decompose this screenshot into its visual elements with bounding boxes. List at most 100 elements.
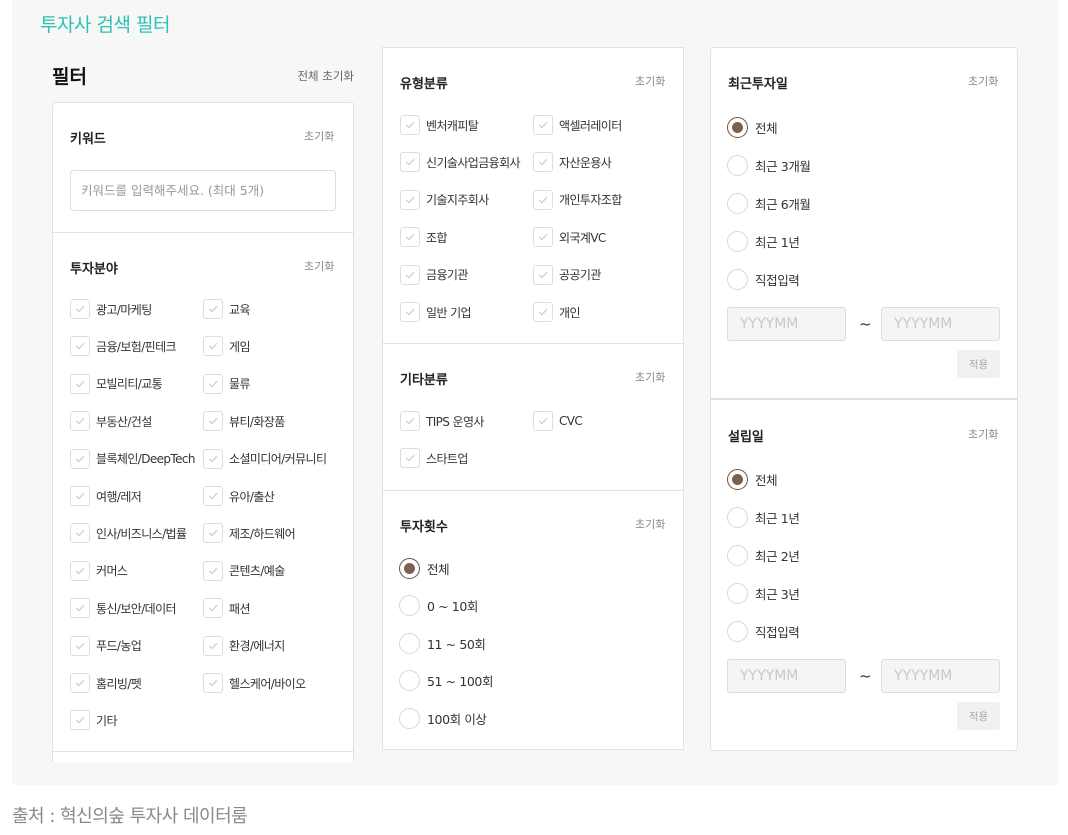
checkmark-icon[interactable] [400, 448, 420, 469]
checkmark-icon[interactable] [533, 227, 553, 248]
checkbox-item[interactable]: 일반 기업 [400, 302, 472, 322]
radio-icon[interactable] [727, 506, 748, 528]
radio-option[interactable]: 최근 6개월 [727, 192, 811, 214]
checkbox-item[interactable]: TIPS 운영사 [400, 411, 484, 431]
radio-option[interactable]: 최근 3개월 [727, 154, 811, 176]
radio-option[interactable]: 전체 [727, 468, 778, 490]
radio-icon[interactable] [727, 582, 748, 604]
radio-option[interactable]: 직접입력 [727, 620, 800, 642]
checkmark-icon[interactable] [203, 411, 223, 432]
radio-icon[interactable] [727, 230, 748, 252]
keyword-reset-button[interactable]: 초기화 [304, 128, 334, 144]
checkmark-icon[interactable] [203, 448, 223, 469]
checkbox-item[interactable]: 외국계VC [533, 227, 606, 248]
checkmark-icon[interactable] [533, 302, 553, 322]
checkbox-item[interactable]: 액셀러레이터 [533, 115, 622, 135]
radio-icon[interactable] [727, 620, 748, 642]
radio-option[interactable]: 전체 [727, 116, 778, 138]
checkbox-item[interactable]: 소셜미디어/커뮤니티 [203, 448, 327, 469]
radio-option[interactable]: 최근 3년 [727, 582, 800, 604]
checkbox-item[interactable]: 개인투자조합 [533, 189, 622, 210]
radio-icon[interactable] [399, 632, 420, 654]
checkmark-icon[interactable] [400, 152, 420, 173]
radio-option[interactable]: 최근 1년 [727, 506, 800, 528]
checkmark-icon[interactable] [533, 264, 553, 285]
checkbox-item[interactable]: CVC [533, 411, 583, 431]
checkmark-icon[interactable] [70, 598, 90, 619]
checkmark-icon[interactable] [533, 115, 553, 135]
checkbox-item[interactable]: 뷰티/화장품 [203, 411, 285, 432]
recent-to-input[interactable] [881, 307, 1000, 341]
checkbox-item[interactable]: 자산운용사 [533, 152, 612, 173]
recent-apply-button[interactable]: 적용 [957, 350, 1000, 378]
checkmark-icon[interactable] [400, 189, 420, 210]
checkmark-icon[interactable] [400, 411, 420, 431]
checkmark-icon[interactable] [203, 299, 223, 319]
checkmark-icon[interactable] [203, 673, 223, 693]
recent-from-input[interactable] [727, 307, 846, 341]
radio-icon[interactable] [399, 595, 420, 616]
checkbox-item[interactable]: 조합 [400, 227, 447, 248]
checkmark-icon[interactable] [533, 411, 553, 431]
checkbox-item[interactable]: 푸드/농업 [70, 635, 142, 656]
founded-apply-button[interactable]: 적용 [957, 702, 1000, 730]
radio-option[interactable]: 직접입력 [727, 268, 800, 290]
checkbox-item[interactable]: 금융기관 [400, 264, 468, 285]
checkbox-item[interactable]: 스타트업 [400, 448, 468, 469]
checkmark-icon[interactable] [70, 560, 90, 581]
recent-investment-reset-button[interactable]: 초기화 [968, 73, 998, 89]
radio-option[interactable]: 100회 이상 [399, 707, 487, 729]
radio-icon[interactable] [727, 192, 748, 214]
checkbox-item[interactable]: 교육 [203, 299, 250, 319]
checkbox-item[interactable]: 헬스케어/바이오 [203, 673, 306, 693]
checkmark-icon[interactable] [70, 486, 90, 506]
checkmark-icon[interactable] [533, 152, 553, 173]
checkbox-item[interactable]: 블록체인/DeepTech [70, 448, 196, 469]
radio-icon[interactable] [399, 670, 420, 691]
radio-selected-icon[interactable] [727, 468, 748, 490]
keyword-input[interactable] [70, 170, 336, 211]
investment-count-reset-button[interactable]: 초기화 [635, 516, 665, 532]
checkmark-icon[interactable] [400, 264, 420, 285]
checkbox-item[interactable]: 콘텐츠/예술 [203, 560, 285, 581]
radio-option[interactable]: 전체 [399, 557, 450, 579]
checkbox-item[interactable]: 게임 [203, 336, 250, 357]
checkmark-icon[interactable] [70, 635, 90, 656]
checkbox-item[interactable]: 환경/에너지 [203, 635, 285, 656]
checkbox-item[interactable]: 인사/비즈니스/법률 [70, 523, 187, 544]
radio-option[interactable]: 0 ~ 10회 [399, 595, 478, 617]
checkbox-item[interactable]: 물류 [203, 373, 250, 394]
checkmark-icon[interactable] [70, 336, 90, 357]
checkmark-icon[interactable] [203, 336, 223, 357]
checkmark-icon[interactable] [203, 560, 223, 581]
checkmark-icon[interactable] [203, 373, 223, 394]
checkbox-item[interactable]: 홈리빙/펫 [70, 673, 142, 693]
checkbox-item[interactable]: 금융/보험/핀테크 [70, 336, 177, 357]
checkmark-icon[interactable] [70, 299, 90, 319]
checkmark-icon[interactable] [203, 635, 223, 656]
investment-field-reset-button[interactable]: 초기화 [304, 258, 334, 274]
radio-selected-icon[interactable] [399, 557, 420, 579]
reset-all-button[interactable]: 전체 초기화 [297, 68, 354, 84]
other-category-reset-button[interactable]: 초기화 [635, 369, 665, 385]
type-category-reset-button[interactable]: 초기화 [635, 73, 665, 89]
checkbox-item[interactable]: 제조/하드웨어 [203, 523, 296, 544]
checkbox-item[interactable]: 유아/출산 [203, 486, 275, 506]
checkmark-icon[interactable] [400, 302, 420, 322]
checkmark-icon[interactable] [400, 227, 420, 248]
radio-icon[interactable] [727, 154, 748, 176]
checkbox-item[interactable]: 부동산/건설 [70, 411, 152, 432]
radio-icon[interactable] [399, 707, 420, 729]
checkbox-item[interactable]: 광고/마케팅 [70, 299, 152, 319]
checkbox-item[interactable]: 기술지주회사 [400, 189, 489, 210]
checkmark-icon[interactable] [400, 115, 420, 135]
checkmark-icon[interactable] [70, 673, 90, 693]
checkmark-icon[interactable] [533, 189, 553, 210]
checkmark-icon[interactable] [70, 373, 90, 394]
checkbox-item[interactable]: 벤처캐피탈 [400, 115, 479, 135]
checkbox-item[interactable]: 통신/보안/데이터 [70, 598, 177, 619]
checkbox-item[interactable]: 커머스 [70, 560, 128, 581]
checkbox-item[interactable]: 여행/레저 [70, 486, 142, 506]
radio-selected-icon[interactable] [727, 116, 748, 138]
checkbox-item[interactable]: 공공기관 [533, 264, 601, 285]
